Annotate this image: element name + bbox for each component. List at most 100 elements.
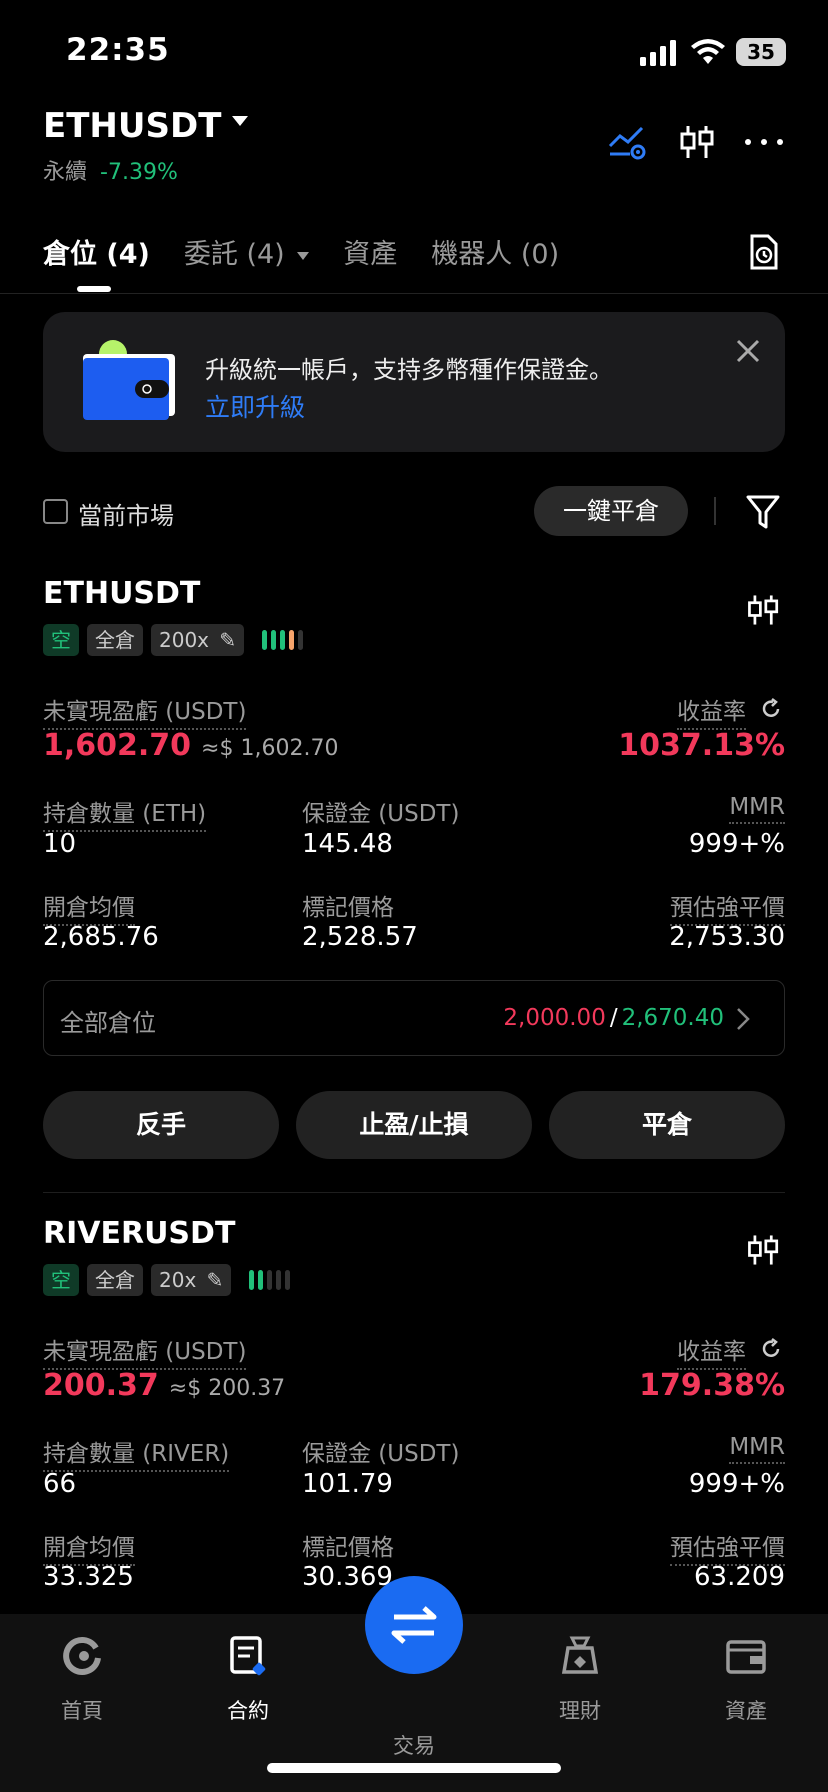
mark-price-value: 2,528.57	[302, 922, 418, 952]
price-change: -7.39%	[100, 160, 178, 185]
nav-home-label: 首頁	[61, 1699, 103, 1723]
candlestick-icon[interactable]	[676, 122, 720, 162]
leverage-value: 200x	[159, 628, 210, 652]
current-market-label[interactable]: 當前市場	[78, 496, 174, 531]
nav-trade[interactable]: 交易	[359, 1730, 469, 1760]
mmr-label: MMR	[729, 794, 785, 824]
liq-price-label: 預估強平價	[670, 1528, 785, 1566]
home-icon	[63, 1636, 101, 1675]
margin-value: 101.79	[302, 1469, 393, 1499]
mmr-label: MMR	[729, 1434, 785, 1464]
mark-price-value: 30.369	[302, 1562, 393, 1592]
futures-icon	[230, 1636, 266, 1676]
nav-home[interactable]: 首頁	[27, 1634, 137, 1725]
margin-value: 145.48	[302, 829, 393, 859]
nav-assets-label: 資產	[725, 1699, 767, 1723]
tab-orders[interactable]: 委託 (4)	[184, 232, 310, 272]
roi-label[interactable]: 收益率	[677, 692, 746, 730]
nav-futures[interactable]: 合約	[193, 1634, 303, 1725]
unrealized-pnl-label: 未實現盈虧 (USDT)	[43, 1332, 247, 1370]
margin-label: 保證金 (USDT)	[302, 801, 460, 827]
nav-earn[interactable]: 理財	[525, 1634, 635, 1725]
nav-earn-label: 理財	[559, 1699, 601, 1723]
mmr-value: 999+%	[688, 829, 785, 859]
wallet-icon	[726, 1640, 766, 1674]
edit-icon: ✎	[219, 628, 237, 652]
tab-assets[interactable]: 資產	[343, 232, 397, 272]
refresh-icon[interactable]	[760, 1338, 782, 1360]
risk-level-bars	[262, 630, 304, 650]
position-symbol[interactable]: RIVERUSDT	[43, 1216, 235, 1251]
qty-label: 持倉數量 (RIVER)	[43, 1434, 230, 1472]
mark-price-label: 標記價格	[302, 1535, 394, 1561]
nav-trade-label: 交易	[393, 1734, 435, 1758]
pnl-usd: ≈$ 1,602.70	[201, 736, 339, 761]
pnl-value: 1,602.70	[43, 728, 192, 763]
roi-value: 179.38%	[639, 1368, 785, 1403]
caret-down-icon	[297, 251, 310, 260]
history-icon[interactable]	[748, 234, 780, 270]
caret-down-icon[interactable]	[232, 116, 248, 126]
liq-price-value: 2,753.30	[669, 922, 785, 952]
tab-bots[interactable]: 機器人 (0)	[431, 232, 559, 272]
leverage-badge[interactable]: 200x ✎	[151, 624, 245, 656]
strategy-chart-icon[interactable]	[606, 122, 650, 162]
leverage-value: 20x	[159, 1268, 197, 1292]
qty-value: 10	[43, 829, 77, 859]
risk-level-bars	[249, 1270, 291, 1290]
status-time: 22:35	[66, 32, 170, 68]
roi-value: 1037.13%	[618, 728, 785, 763]
side-badge: 空	[43, 1264, 79, 1296]
cellular-signal-icon	[640, 40, 676, 66]
battery-indicator: 35	[736, 38, 786, 66]
leverage-badge[interactable]: 20x ✎	[151, 1264, 232, 1296]
margin-mode-badge[interactable]: 全倉	[87, 1264, 143, 1296]
divider	[714, 497, 716, 525]
nav-assets[interactable]: 資產	[691, 1634, 801, 1725]
roi-label[interactable]: 收益率	[677, 1332, 746, 1370]
upgrade-banner[interactable]: 升級統一帳戶，支持多幣種作保證金。 立即升級	[43, 312, 785, 452]
tpsl-button[interactable]: 止盈/止損	[296, 1091, 532, 1159]
earn-icon	[561, 1636, 599, 1674]
status-bar: 22:35 35	[0, 0, 828, 100]
position-tags: 空 全倉 200x ✎	[43, 624, 304, 656]
qty-value: 66	[43, 1469, 77, 1499]
more-options-icon[interactable]	[742, 122, 786, 162]
entry-price-value: 2,685.76	[43, 922, 159, 952]
all-positions-label: 全部倉位	[60, 1009, 156, 1037]
entry-price-label: 開倉均價	[43, 888, 135, 926]
card-separator	[43, 1192, 785, 1193]
trade-fab-button[interactable]	[365, 1576, 463, 1674]
unrealized-pnl: 200.37 ≈$ 200.37	[43, 1368, 285, 1403]
liq-price-value: 63.209	[694, 1562, 785, 1592]
pnl-value: 200.37	[43, 1368, 159, 1403]
all-positions-row[interactable]: 全部倉位 2,000.00 / 2,670.40	[43, 980, 785, 1056]
reverse-button[interactable]: 反手	[43, 1091, 279, 1159]
margin-mode-badge[interactable]: 全倉	[87, 624, 143, 656]
close-icon[interactable]	[733, 336, 763, 366]
contract-type: 永續	[43, 160, 88, 185]
tab-positions[interactable]: 倉位 (4)	[43, 232, 150, 272]
candlestick-icon[interactable]	[744, 1230, 784, 1270]
edit-icon: ✎	[206, 1268, 224, 1292]
current-market-checkbox[interactable]	[43, 499, 68, 524]
banner-title: 升級統一帳戶，支持多幣種作保證金。	[205, 356, 613, 384]
close-position-button[interactable]: 平倉	[549, 1091, 785, 1159]
side-badge: 空	[43, 624, 79, 656]
filter-icon[interactable]	[746, 494, 780, 530]
upgrade-link[interactable]: 立即升級	[205, 388, 305, 424]
refresh-icon[interactable]	[760, 698, 782, 720]
close-all-button[interactable]: 一鍵平倉	[534, 486, 688, 536]
qty-label: 持倉數量 (ETH)	[43, 794, 207, 832]
candlestick-icon[interactable]	[744, 590, 784, 630]
pnl-usd: ≈$ 200.37	[168, 1376, 286, 1401]
tab-indicator	[77, 286, 111, 292]
unrealized-pnl: 1,602.70 ≈$ 1,602.70	[43, 728, 338, 763]
wifi-icon	[691, 39, 725, 64]
position-symbol[interactable]: ETHUSDT	[43, 576, 200, 611]
position-tags: 空 全倉 20x ✎	[43, 1264, 291, 1296]
swap-arrows-icon	[391, 1606, 437, 1644]
wallet-illustration-icon	[83, 340, 175, 420]
total-red-value: 2,000.00	[503, 1005, 606, 1031]
pair-selector[interactable]: ETHUSDT	[43, 106, 221, 146]
